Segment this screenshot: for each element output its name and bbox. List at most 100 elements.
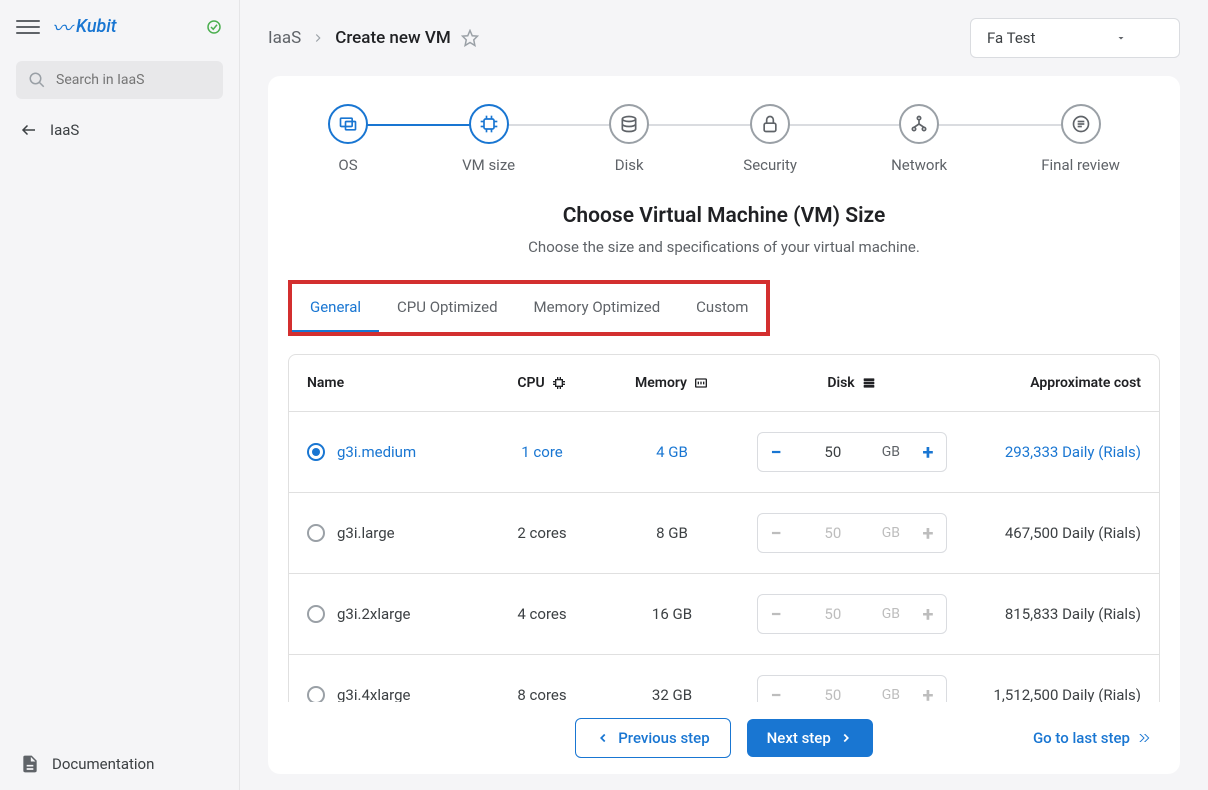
disk-minus-button[interactable]: −: [758, 433, 794, 471]
stepper: OS VM size Disk Security Network Final r…: [268, 76, 1180, 194]
size-tabs: General CPU Optimized Memory Optimized C…: [292, 284, 766, 332]
disk-value: 50: [794, 605, 872, 623]
radio-select[interactable]: [307, 443, 325, 461]
disk-unit: GB: [872, 525, 910, 541]
tab-cpu-optimized[interactable]: CPU Optimized: [379, 284, 516, 332]
disk-plus-button: +: [910, 595, 946, 633]
step-label: VM size: [462, 156, 515, 174]
disk-plus-button: +: [910, 514, 946, 552]
step-security[interactable]: Security: [743, 104, 797, 174]
search-box[interactable]: [16, 61, 223, 99]
wave-icon: 〰: [52, 12, 72, 41]
vm-memory: 8 GB: [607, 524, 737, 542]
star-icon[interactable]: [461, 29, 479, 47]
vm-cpu: 4 cores: [477, 605, 607, 623]
document-icon: [20, 754, 40, 774]
breadcrumb-current: Create new VM: [335, 28, 450, 48]
disk-stepper: − 50 GB +: [757, 432, 947, 472]
table-row[interactable]: g3i.large 2 cores 8 GB − 50 GB + 467,500…: [289, 493, 1159, 574]
vm-cpu: 2 cores: [477, 524, 607, 542]
sidebar-back-label: IaaS: [50, 121, 79, 139]
chevron-right-icon: [311, 31, 325, 45]
vm-name: g3i.large: [337, 524, 395, 542]
step-label: OS: [338, 156, 357, 174]
step-os[interactable]: OS: [328, 104, 368, 174]
go-last-label: Go to last step: [1033, 729, 1130, 747]
disk-plus-button[interactable]: +: [910, 433, 946, 471]
vm-size-table: Name CPU Memory Disk Approximate cost g3…: [288, 354, 1160, 737]
disk-minus-button: −: [758, 595, 794, 633]
disk-unit: GB: [872, 606, 910, 622]
table-row[interactable]: g3i.2xlarge 4 cores 16 GB − 50 GB + 815,…: [289, 574, 1159, 655]
sidebar: 〰 Kubit IaaS Documentation: [0, 0, 240, 790]
sidebar-back-iaas[interactable]: IaaS: [0, 111, 239, 149]
next-step-label: Next step: [767, 729, 831, 747]
project-select[interactable]: Fa Test: [970, 18, 1180, 58]
vm-cpu: 1 core: [477, 443, 607, 461]
step-disk[interactable]: Disk: [609, 104, 649, 174]
vm-cost: 293,333 Daily (Rials): [967, 443, 1141, 461]
cpu-icon: [551, 375, 567, 391]
double-chevron-right-icon: [1136, 730, 1152, 746]
sidebar-documentation[interactable]: Documentation: [0, 738, 239, 790]
tab-custom[interactable]: Custom: [678, 284, 766, 332]
content-card: OS VM size Disk Security Network Final r…: [268, 76, 1180, 774]
topbar: IaaS Create new VM Fa Test: [240, 0, 1208, 76]
step-vm-size[interactable]: VM size: [462, 104, 515, 174]
disk-value: 50: [794, 524, 872, 542]
main: IaaS Create new VM Fa Test OS: [240, 0, 1208, 790]
th-disk: Disk: [737, 375, 967, 391]
vm-name: g3i.2xlarge: [337, 605, 410, 623]
step-label: Security: [743, 156, 797, 174]
radio-select[interactable]: [307, 605, 325, 623]
previous-step-button[interactable]: Previous step: [575, 718, 730, 758]
arrow-left-icon: [20, 121, 38, 139]
next-step-button[interactable]: Next step: [747, 719, 873, 757]
disk-stepper: − 50 GB +: [757, 513, 947, 553]
radio-select[interactable]: [307, 524, 325, 542]
breadcrumb: IaaS Create new VM: [268, 28, 479, 48]
chevron-left-icon: [596, 731, 610, 745]
tabs-highlight: General CPU Optimized Memory Optimized C…: [288, 280, 770, 336]
disk-minus-button: −: [758, 514, 794, 552]
th-memory: Memory: [607, 375, 737, 391]
heading: Choose Virtual Machine (VM) Size Choose …: [268, 194, 1180, 260]
disk-unit: GB: [872, 444, 910, 460]
memory-icon: [693, 375, 709, 391]
tab-memory-optimized[interactable]: Memory Optimized: [516, 284, 679, 332]
table-row[interactable]: g3i.medium 1 core 4 GB − 50 GB + 293,333…: [289, 412, 1159, 493]
step-label: Disk: [615, 156, 644, 174]
tab-general[interactable]: General: [292, 284, 379, 332]
logo-text: Kubit: [76, 16, 117, 37]
disk-stepper: − 50 GB +: [757, 594, 947, 634]
step-final-review[interactable]: Final review: [1041, 104, 1120, 174]
go-to-last-step-link[interactable]: Go to last step: [1033, 729, 1152, 747]
disk-value: 50: [794, 443, 872, 461]
vm-cost: 467,500 Daily (Rials): [967, 524, 1141, 542]
vm-memory: 4 GB: [607, 443, 737, 461]
vm-name: g3i.medium: [337, 443, 416, 461]
breadcrumb-root[interactable]: IaaS: [268, 28, 301, 48]
disk-icon: [861, 375, 877, 391]
vm-cost: 815,833 Daily (Rials): [967, 605, 1141, 623]
documentation-label: Documentation: [52, 755, 154, 773]
app-switcher-icon[interactable]: [205, 18, 223, 36]
chevron-down-icon: [1115, 32, 1127, 44]
logo[interactable]: 〰 Kubit: [52, 12, 117, 41]
th-name: Name: [307, 375, 477, 391]
step-label: Final review: [1041, 156, 1120, 174]
previous-step-label: Previous step: [618, 729, 709, 747]
table-header-row: Name CPU Memory Disk Approximate cost: [289, 355, 1159, 412]
project-select-value: Fa Test: [987, 29, 1035, 47]
page-title: Choose Virtual Machine (VM) Size: [268, 204, 1180, 228]
step-network[interactable]: Network: [891, 104, 947, 174]
th-cpu: CPU: [477, 375, 607, 391]
disk-unit: GB: [872, 687, 910, 703]
search-input[interactable]: [56, 72, 234, 88]
step-label: Network: [891, 156, 947, 174]
page-subtitle: Choose the size and specifications of yo…: [268, 238, 1180, 256]
search-icon: [28, 71, 46, 89]
hamburger-menu-icon[interactable]: [16, 15, 40, 39]
vm-memory: 16 GB: [607, 605, 737, 623]
chevron-right-icon: [839, 731, 853, 745]
